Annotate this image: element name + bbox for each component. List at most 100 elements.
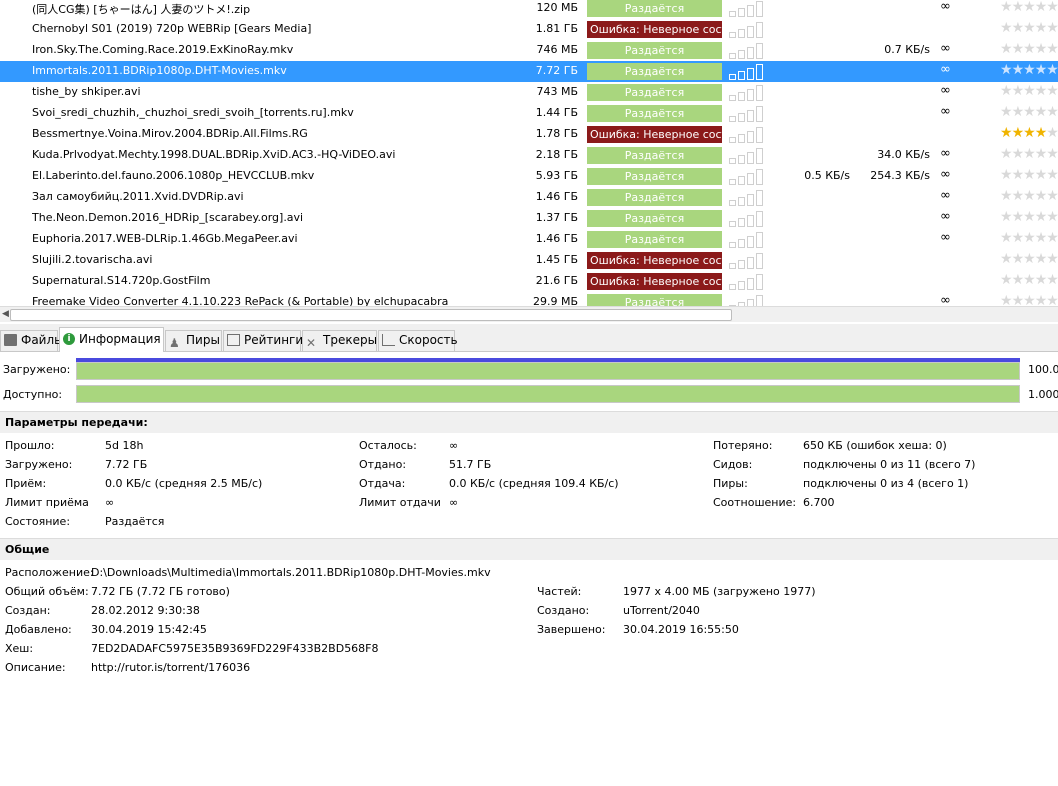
star-icon[interactable]: ★	[1012, 104, 1025, 120]
star-icon[interactable]: ★	[1046, 209, 1058, 225]
torrent-row[interactable]: Supernatural.S14.720p.GostFilm 21.6 ГБ Оши…	[0, 271, 1058, 292]
star-icon[interactable]: ★	[1035, 125, 1048, 141]
star-icon[interactable]: ★	[1046, 62, 1058, 78]
tab-peers[interactable]: ♟ Пиры	[165, 330, 222, 351]
star-icon[interactable]: ★	[1023, 41, 1036, 57]
star-icon[interactable]: ★	[1012, 188, 1025, 204]
star-icon[interactable]: ★	[1000, 167, 1013, 183]
star-icon[interactable]: ★	[1023, 20, 1036, 36]
scrollbar-thumb[interactable]	[10, 309, 732, 321]
star-icon[interactable]: ★	[1046, 0, 1058, 15]
torrent-row[interactable]: tishe_by shkiper.avi 743 МБ Раздаётся ∞ ★★★★…	[0, 82, 1058, 103]
torrent-row[interactable]: Зал самоубийц.2011.Xvid.DVDRip.avi 1.46 Г…	[0, 187, 1058, 208]
rating-stars-icon[interactable]: ★★★★★	[1000, 272, 1058, 288]
torrent-row[interactable]: Immortals.2011.BDRip1080p.DHT-Movies.mkv…	[0, 61, 1058, 82]
torrent-row[interactable]: Iron.Sky.The.Coming.Race.2019.ExKinoRay.…	[0, 40, 1058, 61]
star-icon[interactable]: ★	[1000, 20, 1013, 36]
star-icon[interactable]: ★	[1012, 230, 1025, 246]
rating-stars-icon[interactable]: ★★★★★	[1000, 20, 1058, 36]
rating-stars-icon[interactable]: ★★★★★	[1000, 0, 1058, 15]
star-icon[interactable]: ★	[1035, 230, 1048, 246]
star-icon[interactable]: ★	[1000, 230, 1013, 246]
rating-stars-icon[interactable]: ★★★★★	[1000, 62, 1058, 78]
star-icon[interactable]: ★	[1000, 146, 1013, 162]
star-icon[interactable]: ★	[1046, 83, 1058, 99]
star-icon[interactable]: ★	[1012, 272, 1025, 288]
horizontal-scrollbar[interactable]: ◀	[0, 306, 1058, 322]
star-icon[interactable]: ★	[1000, 104, 1013, 120]
star-icon[interactable]: ★	[1000, 62, 1013, 78]
star-icon[interactable]: ★	[1035, 167, 1048, 183]
rating-stars-icon[interactable]: ★★★★★	[1000, 230, 1058, 246]
tab-ratings[interactable]: Рейтинги	[223, 330, 303, 351]
star-icon[interactable]: ★	[1012, 146, 1025, 162]
star-icon[interactable]: ★	[1012, 62, 1025, 78]
star-icon[interactable]: ★	[1046, 104, 1058, 120]
rating-stars-icon[interactable]: ★★★★★	[1000, 188, 1058, 204]
star-icon[interactable]: ★	[1035, 62, 1048, 78]
rating-stars-icon[interactable]: ★★★★★	[1000, 146, 1058, 162]
star-icon[interactable]: ★	[1023, 62, 1036, 78]
star-icon[interactable]: ★	[1035, 146, 1048, 162]
star-icon[interactable]: ★	[1046, 20, 1058, 36]
star-icon[interactable]: ★	[1023, 188, 1036, 204]
star-icon[interactable]: ★	[1000, 0, 1013, 15]
star-icon[interactable]: ★	[1023, 104, 1036, 120]
star-icon[interactable]: ★	[1046, 125, 1058, 141]
star-icon[interactable]: ★	[1023, 125, 1036, 141]
star-icon[interactable]: ★	[1000, 41, 1013, 57]
star-icon[interactable]: ★	[1035, 251, 1048, 267]
torrent-row[interactable]: Svoi_sredi_chuzhih,_chuzhoi_sredi_svoih_…	[0, 103, 1058, 124]
star-icon[interactable]: ★	[1012, 167, 1025, 183]
star-icon[interactable]: ★	[1046, 41, 1058, 57]
star-icon[interactable]: ★	[1023, 0, 1036, 15]
torrent-row[interactable]: Bessmertnye.Voina.Mirov.2004.BDRip.All.F…	[0, 124, 1058, 145]
star-icon[interactable]: ★	[1046, 167, 1058, 183]
torrent-row[interactable]: Chernobyl S01 (2019) 720p WEBRip [Gears …	[0, 19, 1058, 40]
tab-info[interactable]: i Информация	[59, 327, 164, 352]
star-icon[interactable]: ★	[1012, 125, 1025, 141]
star-icon[interactable]: ★	[1046, 230, 1058, 246]
scroll-left-icon[interactable]: ◀	[2, 309, 9, 319]
star-icon[interactable]: ★	[1046, 188, 1058, 204]
star-icon[interactable]: ★	[1000, 125, 1013, 141]
star-icon[interactable]: ★	[1023, 230, 1036, 246]
star-icon[interactable]: ★	[1012, 20, 1025, 36]
star-icon[interactable]: ★	[1035, 104, 1048, 120]
torrent-list[interactable]: (同人CG集) [ちゃーはん] 人妻のツトメ!.zip 120 МБ Раздаёт…	[0, 0, 1058, 308]
star-icon[interactable]: ★	[1035, 83, 1048, 99]
star-icon[interactable]: ★	[1012, 41, 1025, 57]
star-icon[interactable]: ★	[1023, 209, 1036, 225]
rating-stars-icon[interactable]: ★★★★★	[1000, 104, 1058, 120]
star-icon[interactable]: ★	[1035, 20, 1048, 36]
rating-stars-icon[interactable]: ★★★★★	[1000, 209, 1058, 225]
star-icon[interactable]: ★	[1012, 209, 1025, 225]
torrent-row[interactable]: (同人CG集) [ちゃーはん] 人妻のツトメ!.zip 120 МБ Раздаёт…	[0, 0, 1058, 19]
star-icon[interactable]: ★	[1012, 83, 1025, 99]
rating-stars-icon[interactable]: ★★★★★	[1000, 125, 1058, 141]
star-icon[interactable]: ★	[1035, 41, 1048, 57]
rating-stars-icon[interactable]: ★★★★★	[1000, 251, 1058, 267]
tab-speed[interactable]: Скорость	[378, 330, 458, 351]
star-icon[interactable]: ★	[1000, 272, 1013, 288]
rating-stars-icon[interactable]: ★★★★★	[1000, 167, 1058, 183]
torrent-row[interactable]: The.Neon.Demon.2016_HDRip_[scarabey.org]…	[0, 208, 1058, 229]
star-icon[interactable]: ★	[1012, 251, 1025, 267]
star-icon[interactable]: ★	[1000, 188, 1013, 204]
star-icon[interactable]: ★	[1012, 0, 1025, 15]
star-icon[interactable]: ★	[1000, 83, 1013, 99]
star-icon[interactable]: ★	[1023, 251, 1036, 267]
star-icon[interactable]: ★	[1046, 251, 1058, 267]
star-icon[interactable]: ★	[1023, 167, 1036, 183]
torrent-row[interactable]: Euphoria.2017.WEB-DLRip.1.46Gb.MegaPeer.…	[0, 229, 1058, 250]
tab-trackers[interactable]: ✕ Трекеры	[302, 330, 377, 351]
star-icon[interactable]: ★	[1035, 0, 1048, 15]
star-icon[interactable]: ★	[1023, 146, 1036, 162]
star-icon[interactable]: ★	[1023, 272, 1036, 288]
torrent-row[interactable]: Slujili.2.tovarischa.avi 1.45 ГБ Ошибка: Н…	[0, 250, 1058, 271]
star-icon[interactable]: ★	[1000, 209, 1013, 225]
star-icon[interactable]: ★	[1023, 83, 1036, 99]
star-icon[interactable]: ★	[1046, 272, 1058, 288]
rating-stars-icon[interactable]: ★★★★★	[1000, 41, 1058, 57]
torrent-row[interactable]: Kuda.Prlvodyat.Mechty.1998.DUAL.BDRip.Xv…	[0, 145, 1058, 166]
